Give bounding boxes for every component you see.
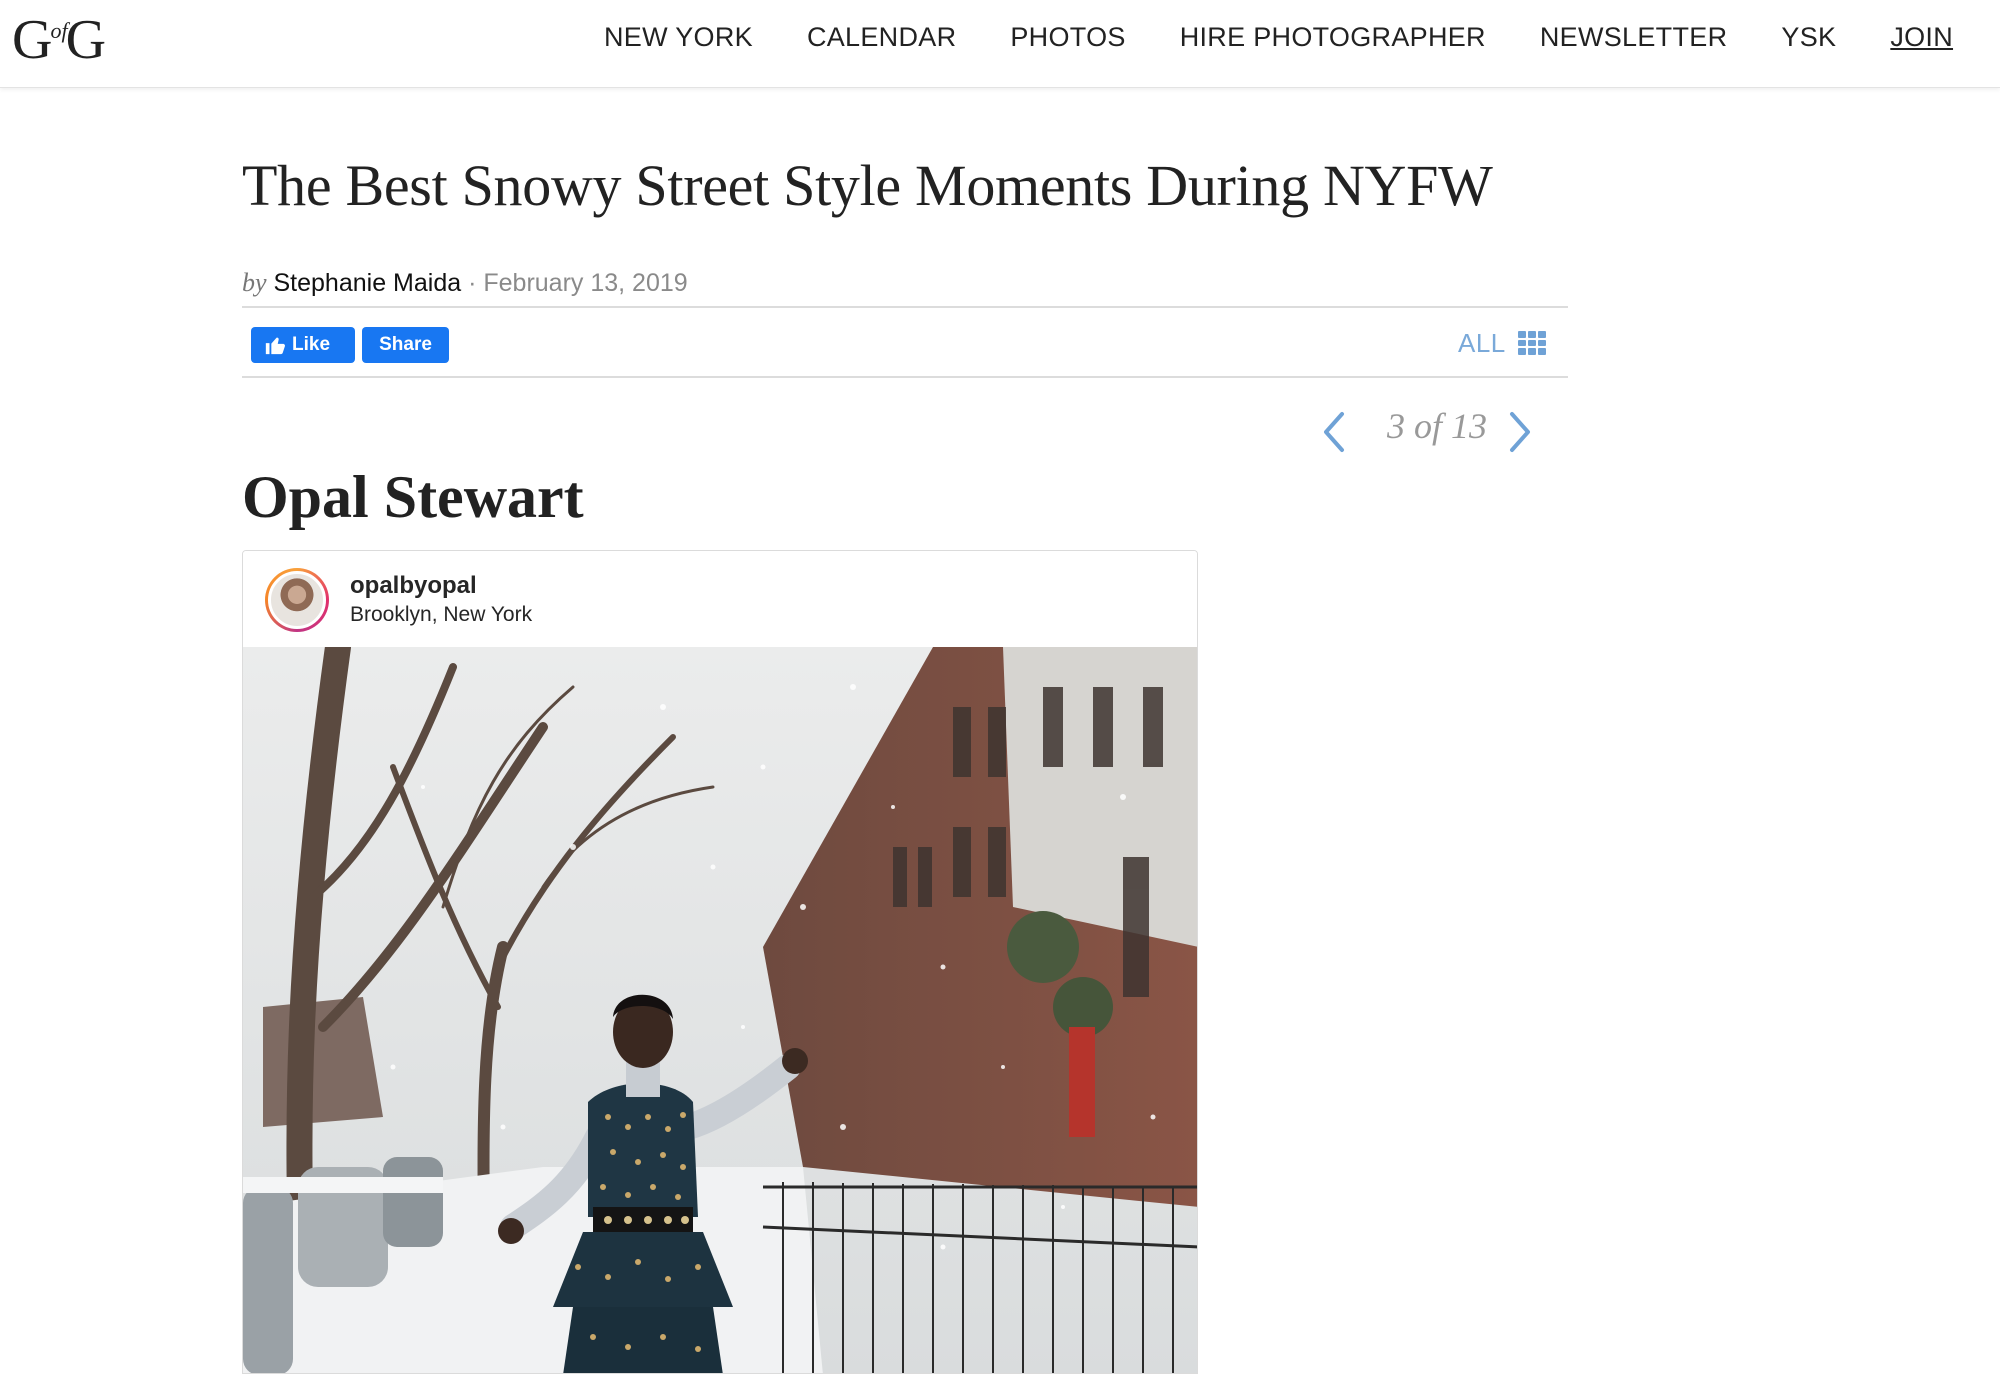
chevron-right-icon bbox=[1510, 412, 1530, 452]
nav-item-new-york[interactable]: NEW YORK bbox=[604, 20, 753, 54]
slide-counter: 3 of 13 bbox=[1382, 400, 1492, 452]
site-logo[interactable]: G of G bbox=[12, 8, 106, 68]
post-photo[interactable] bbox=[243, 647, 1197, 1373]
thumbs-up-icon bbox=[265, 337, 285, 355]
nav-item-join[interactable]: JOIN bbox=[1890, 20, 1953, 54]
nav-item-photos[interactable]: PHOTOS bbox=[1010, 20, 1125, 54]
chevron-left-icon bbox=[1324, 412, 1344, 452]
next-slide-button[interactable] bbox=[1506, 410, 1534, 454]
slide-title: Opal Stewart bbox=[242, 464, 584, 530]
logo-middle: of bbox=[50, 18, 68, 43]
previous-slide-button[interactable] bbox=[1320, 410, 1348, 454]
street-scene-image bbox=[243, 647, 1197, 1373]
instagram-avatar[interactable] bbox=[265, 568, 329, 632]
instagram-embed: opalbyopal Brooklyn, New York bbox=[242, 550, 1198, 1374]
instagram-post-header: opalbyopal Brooklyn, New York bbox=[243, 551, 1197, 647]
site-header: G of G NEW YORK CALENDAR PHOTOS HIRE PHO… bbox=[0, 0, 2000, 88]
logo-letter-left: G bbox=[12, 9, 53, 71]
slide-of: of bbox=[1413, 406, 1442, 446]
author-link[interactable]: Stephanie Maida bbox=[274, 269, 462, 297]
view-all-link[interactable]: ALL bbox=[1458, 326, 1546, 360]
share-label: Share bbox=[379, 334, 432, 355]
facebook-share-button[interactable]: Share bbox=[362, 327, 449, 363]
nav-item-calendar[interactable]: CALENDAR bbox=[807, 20, 956, 54]
instagram-location[interactable]: Brooklyn, New York bbox=[350, 601, 532, 629]
byline-separator: · bbox=[468, 269, 477, 297]
publish-date: February 13, 2019 bbox=[483, 269, 688, 297]
byline: by Stephanie Maida · February 13, 2019 bbox=[242, 266, 688, 300]
byline-by: by bbox=[242, 268, 267, 297]
slide-pager: 3 of 13 bbox=[1320, 400, 1540, 460]
instagram-username[interactable]: opalbyopal bbox=[350, 571, 477, 601]
divider-bottom bbox=[242, 376, 1568, 378]
nav-item-newsletter[interactable]: NEWSLETTER bbox=[1540, 20, 1728, 54]
slide-current: 3 bbox=[1386, 406, 1405, 446]
divider-top bbox=[242, 306, 1568, 308]
facebook-like-button[interactable]: Like bbox=[251, 327, 355, 363]
article-title: The Best Snowy Street Style Moments Duri… bbox=[242, 153, 1493, 218]
like-label: Like bbox=[292, 334, 331, 355]
logo-letter-right: G bbox=[65, 9, 107, 71]
view-all-label: ALL bbox=[1458, 327, 1506, 358]
grid-icon bbox=[1517, 331, 1546, 355]
main-nav: NEW YORK CALENDAR PHOTOS HIRE PHOTOGRAPH… bbox=[604, 20, 1953, 54]
nav-item-hire-photographer[interactable]: HIRE PHOTOGRAPHER bbox=[1180, 20, 1486, 54]
nav-item-ysk[interactable]: YSK bbox=[1781, 20, 1836, 54]
slide-total: 13 bbox=[1451, 406, 1487, 446]
